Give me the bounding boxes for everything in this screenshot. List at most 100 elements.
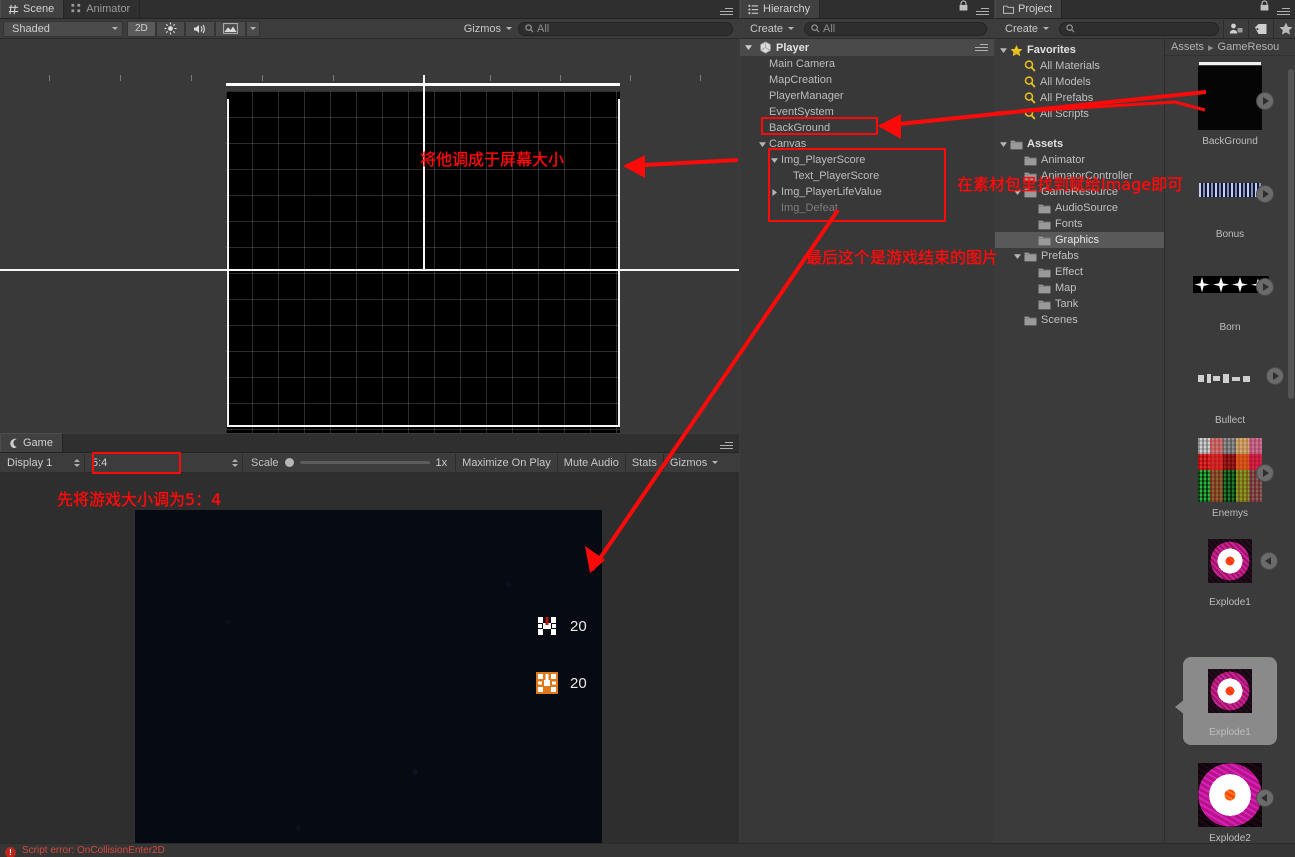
stats-toggle[interactable]: Stats — [626, 454, 664, 471]
game-gizmos-dropdown[interactable]: Gizmos — [664, 454, 724, 471]
scene-search-input[interactable]: All — [518, 21, 733, 36]
project-tree-item-tank[interactable]: Tank — [995, 296, 1164, 312]
asset-preview-button[interactable] — [1256, 278, 1274, 296]
asset-item[interactable]: Explode2 — [1165, 763, 1295, 844]
mute-audio-toggle[interactable]: Mute Audio — [558, 454, 626, 471]
triangle-down-icon[interactable] — [1013, 252, 1022, 261]
hierarchy-options-menu[interactable] — [976, 8, 989, 15]
project-tree-item-audiosource[interactable]: AudioSource — [995, 200, 1164, 216]
asset-item[interactable]: Explode1 — [1165, 657, 1295, 745]
project-search-input[interactable] — [1059, 21, 1220, 36]
asset-preview-button[interactable] — [1260, 552, 1278, 570]
search-icon — [525, 24, 534, 33]
favorite-button[interactable] — [1273, 19, 1295, 38]
folder-icon — [1024, 156, 1037, 165]
project-tree-item-graphics[interactable]: Graphics — [995, 232, 1164, 248]
audio-toggle[interactable] — [184, 20, 215, 37]
tab-game[interactable]: Game — [0, 433, 63, 452]
asset-item[interactable]: Born — [1165, 252, 1295, 333]
scene-options-menu[interactable] — [720, 8, 733, 15]
highlight-backGround — [761, 117, 878, 135]
project-create-button[interactable]: Create — [999, 21, 1055, 37]
hierarchy-item-main-camera[interactable]: Main Camera — [740, 56, 994, 72]
hierarchy-root-row[interactable]: Player — [740, 39, 994, 56]
game-viewport[interactable]: 20 20 — [0, 473, 739, 857]
asset-preview-button[interactable] — [1256, 464, 1274, 482]
filter-by-type-button[interactable] — [1223, 19, 1249, 38]
scale-value: 1x — [435, 456, 448, 469]
chevron-down-icon — [712, 461, 719, 464]
project-tree-item-all-models[interactable]: All Models — [995, 74, 1164, 90]
scale-slider-track[interactable] — [299, 461, 430, 464]
project-tree-item-favorites[interactable]: Favorites — [995, 42, 1164, 58]
asset-preview-button[interactable] — [1266, 367, 1284, 385]
project-tree-item-prefabs[interactable]: Prefabs — [995, 248, 1164, 264]
project-tree-pane[interactable]: Favorites All Materials All Models All Pref… — [995, 39, 1165, 843]
scale-slider-knob[interactable] — [284, 458, 294, 467]
project-asset-pane[interactable]: Assets ▸ GameResou BackGround Bonus Born… — [1165, 39, 1295, 857]
asset-item[interactable]: Bonus — [1165, 159, 1295, 240]
hierarchy-item-mapcreation[interactable]: MapCreation — [740, 72, 994, 88]
maximize-on-play-toggle[interactable]: Maximize On Play — [456, 454, 558, 471]
scene-viewport[interactable] — [0, 39, 739, 433]
project-tree-item-scenes[interactable]: Scenes — [995, 312, 1164, 328]
bullet-sprite — [1198, 345, 1284, 409]
draw-mode-dropdown[interactable]: Shaded — [3, 20, 123, 37]
hierarchy-create-button[interactable]: Create — [744, 21, 800, 37]
tab-scene[interactable]: Scene — [0, 0, 65, 18]
scene-tabbar: Scene Animator — [0, 0, 739, 19]
breadcrumb[interactable]: Assets ▸ GameResou — [1165, 39, 1295, 56]
asset-pane-scrollbar[interactable] — [1288, 69, 1294, 399]
asset-item[interactable]: Enemys — [1165, 438, 1295, 519]
triangle-down-icon[interactable] — [999, 46, 1008, 55]
fx-dropdown[interactable] — [245, 20, 260, 37]
scene-gizmos-dropdown[interactable]: Gizmos — [458, 21, 518, 37]
project-tree-item-fonts[interactable]: Fonts — [995, 216, 1164, 232]
project-tree-item-all-scripts[interactable]: All Scripts — [995, 106, 1164, 122]
filter-by-label-button[interactable] — [1248, 19, 1274, 38]
error-badge-icon: ! — [5, 847, 16, 857]
scale-slider[interactable]: Scale 1x — [243, 454, 457, 471]
tab-hierarchy[interactable]: Hierarchy — [740, 0, 821, 18]
asset-preview-button[interactable] — [1256, 789, 1274, 807]
game-options-menu[interactable] — [720, 442, 733, 449]
project-tree-item-map[interactable]: Map — [995, 280, 1164, 296]
person-folder-icon — [1229, 23, 1243, 34]
project-tree-item-all-materials[interactable]: All Materials — [995, 58, 1164, 74]
triangle-down-icon[interactable] — [999, 140, 1008, 149]
hierarchy-search-input[interactable]: All — [804, 21, 987, 36]
chevron-down-icon — [112, 27, 118, 30]
tab-project[interactable]: Project — [995, 0, 1063, 18]
toggle-2d-label: 2D — [135, 23, 148, 34]
display-dropdown[interactable]: Display 1 — [0, 454, 85, 471]
breadcrumb-gameresource[interactable]: GameResou — [1218, 41, 1280, 53]
chevron-down-icon — [249, 27, 256, 30]
breadcrumb-assets[interactable]: Assets — [1171, 41, 1204, 53]
project-tree-item-assets[interactable]: Assets — [995, 136, 1164, 152]
hud-player-life-value: 20 — [570, 617, 587, 635]
triangle-down-icon[interactable] — [744, 43, 753, 52]
scene-gizmos-label: Gizmos — [463, 22, 501, 35]
camera-center-vertical — [423, 75, 425, 271]
born-sprite — [1193, 252, 1274, 316]
toggle-2d[interactable]: 2D — [127, 20, 156, 37]
hierarchy-root-menu[interactable] — [975, 44, 988, 51]
tab-animator[interactable]: Animator — [64, 0, 141, 18]
project-options-menu[interactable] — [1277, 8, 1290, 15]
project-tree-item-animator[interactable]: Animator — [995, 152, 1164, 168]
hierarchy-item-playermanager[interactable]: PlayerManager — [740, 88, 994, 104]
fx-toggle[interactable] — [214, 20, 246, 37]
asset-preview-button[interactable] — [1256, 185, 1274, 203]
asset-item[interactable]: Bullect — [1165, 345, 1295, 426]
triangle-down-icon[interactable] — [758, 140, 767, 149]
lighting-toggle[interactable] — [155, 20, 185, 37]
asset-item[interactable]: Explode1 — [1165, 539, 1295, 608]
hierarchy-lock-icon[interactable] — [959, 0, 968, 14]
project-tree-item-effect[interactable]: Effect — [995, 264, 1164, 280]
game-gizmos-label: Gizmos — [669, 456, 708, 469]
status-bar[interactable]: ! Script error: OnCollisionEnter2D — [0, 843, 1295, 857]
asset-preview-button[interactable] — [1256, 92, 1274, 110]
project-tree-item-all-prefabs[interactable]: All Prefabs — [995, 90, 1164, 106]
project-lock-icon[interactable] — [1260, 0, 1269, 14]
asset-item[interactable]: BackGround — [1165, 62, 1295, 147]
